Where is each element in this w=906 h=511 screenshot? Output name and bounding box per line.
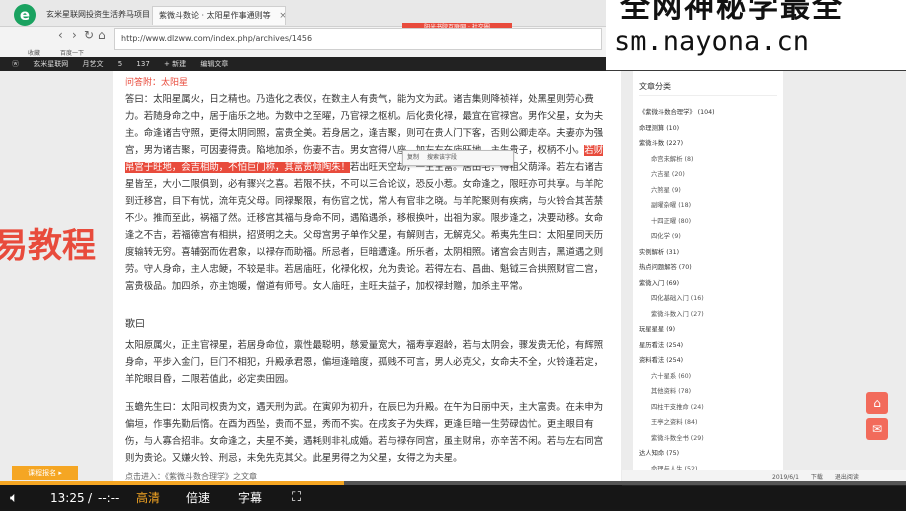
sidebar-item[interactable]: 《紫微斗数合理学》 (104) — [639, 107, 715, 116]
address-text: http://www.dlzww.com/index.php/archives/… — [121, 34, 313, 43]
sidebar-title: 文章分类 — [639, 82, 671, 91]
ad-label: 课程报名 ▸ — [28, 469, 62, 477]
sidebar-item[interactable]: 四化学 (9) — [651, 231, 681, 240]
subtitle-button[interactable]: 字幕 — [238, 485, 262, 511]
browser-logo-icon: e — [14, 4, 36, 26]
sidebar-item[interactable]: 紫微斗数全书 (29) — [651, 433, 704, 442]
article-top-cut: 问答附：太阳星 — [125, 78, 189, 88]
sidebar-item[interactable]: 其他资料 (78) — [651, 386, 691, 395]
address-bar[interactable]: http://www.dlzww.com/index.php/archives/… — [114, 28, 602, 50]
wp-item-new[interactable]: + 新建 — [164, 60, 186, 68]
sidebar-item[interactable]: 命理测算 (10) — [639, 123, 679, 132]
article-paragraph-3: 玉蟾先生曰：太阳司权贵为文，遇天刑为武。在寅卯为初升，在辰巳为升殿。在午为日丽中… — [125, 402, 604, 464]
wp-admin-bar: ⓦ 玄米星联网 月艺文 5 137 + 新建 编辑文章 — [0, 57, 606, 71]
heading-song: 歌曰 — [125, 319, 145, 330]
sidebar-item[interactable]: 资料看法 (254) — [639, 355, 683, 364]
quality-button[interactable]: 高清 — [136, 485, 160, 511]
sidebar-item[interactable]: 四化基础入门 (16) — [651, 293, 704, 302]
home-float-icon[interactable]: ⌂ — [866, 392, 888, 414]
sidebar-item[interactable]: 紫微入门 (69) — [639, 278, 679, 287]
wp-item-comments[interactable]: 137 — [136, 60, 149, 68]
p1-before: 答曰：太阳星属火，日之精也。乃造化之表仪，在数主人有贵气，能为文为武。诸吉集则降… — [125, 94, 604, 156]
speed-button[interactable]: 倍速 — [186, 485, 210, 511]
ad-button[interactable]: 课程报名 ▸ — [12, 466, 78, 480]
volume-icon[interactable]: 🔈︎ — [10, 485, 18, 511]
side-overlay: 易教程 — [0, 218, 113, 268]
video-player-bar: 🔈︎ 13:25 / --:-- 高清 倍速 字幕 ⛶ — [0, 485, 906, 511]
back-icon[interactable]: ‹ — [58, 28, 63, 42]
fullscreen-icon[interactable]: ⛶ — [292, 485, 301, 511]
sidebar-item[interactable]: 热点问题解答 (70) — [639, 262, 692, 271]
wp-item-user[interactable]: 月艺文 — [82, 60, 103, 68]
tooltip-copy[interactable]: 复制 — [407, 154, 419, 161]
sidebar-item[interactable]: 命宫未解析 (8) — [651, 154, 693, 163]
wp-logo-icon[interactable]: ⓦ — [12, 60, 19, 68]
wp-item-site[interactable]: 玄米星联网 — [33, 60, 68, 68]
time-separator: / — [88, 491, 93, 505]
article-content: 问答附：太阳星 答曰：太阳星属火，日之精也。乃造化之表仪，在数主人有贵气，能为文… — [113, 71, 621, 485]
watermark-url: sm.nayona.cn — [614, 26, 810, 57]
home-icon[interactable]: ⌂ — [98, 28, 106, 42]
close-icon[interactable]: × — [279, 11, 285, 21]
article-paragraph-1: 答曰：太阳星属火，日之精也。乃造化之表仪，在数主人有贵气，能为文为武。诸吉集则降… — [125, 91, 609, 295]
sidebar-item[interactable]: 副曜杂曜 (18) — [651, 200, 691, 209]
tab-2[interactable]: 紫微斗数论 · 太阳星作事通则等 × — [152, 6, 286, 25]
tab-2-label: 紫微斗数论 · 太阳星作事通则等 — [159, 11, 271, 20]
sidebar-item[interactable]: 达人知命 (75) — [639, 448, 679, 457]
time-total: --:-- — [98, 491, 120, 505]
watermark-overlay: 全网神秘学最全 sm.nayona.cn — [606, 0, 906, 70]
article-paragraph-2: 太阳原属火，正主官禄星，若居身命位，禀性最聪明，慈爱量宽大，福寿享遐龄，若与太阴… — [125, 340, 604, 385]
dlbar-date: 2019/6/1 — [772, 474, 799, 481]
selection-tooltip: 复制 搜索该字段 — [402, 150, 514, 166]
watermark-line1: 全网神秘学最全 — [620, 0, 844, 25]
tooltip-search[interactable]: 搜索该字段 — [427, 154, 457, 161]
sidebar-item[interactable]: 玩星星星 (9) — [639, 324, 675, 333]
bookmark-1[interactable]: 收藏 — [28, 50, 40, 57]
sidebar-item[interactable]: 紫微斗数入门 (27) — [651, 309, 704, 318]
refresh-icon[interactable]: ↻ — [84, 28, 94, 42]
dlbar-exit[interactable]: 退出阅读 — [835, 474, 859, 481]
wp-item-updates[interactable]: 5 — [118, 60, 122, 68]
sidebar-item[interactable]: 四柱干支推命 (24) — [651, 402, 704, 411]
tab-1-label: 玄米星联网投资生活养马项目 — [46, 10, 150, 19]
sidebar-item[interactable]: 六十星系 (60) — [651, 371, 691, 380]
sidebar-item[interactable]: 十四正曜 (80) — [651, 216, 691, 225]
comment-float-icon[interactable]: ✉ — [866, 418, 888, 440]
sidebar-item[interactable]: 紫微斗数 (227) — [639, 138, 683, 147]
sidebar-item[interactable]: 星历看法 (254) — [639, 340, 683, 349]
wp-item-edit[interactable]: 编辑文章 — [200, 60, 228, 68]
dlbar-download[interactable]: 下载 — [811, 474, 823, 481]
sidebar-item[interactable]: 六煞星 (9) — [651, 185, 681, 194]
tab-1[interactable]: 玄米星联网投资生活养马项目 — [40, 6, 162, 24]
forward-icon[interactable]: › — [72, 28, 77, 42]
divider — [639, 95, 777, 96]
bookmark-2[interactable]: 百度一下 — [60, 50, 84, 57]
sidebar-item[interactable]: 六吉星 (20) — [651, 169, 685, 178]
time-current: 13:25 — [50, 491, 85, 505]
sidebar-item[interactable]: 实例解析 (31) — [639, 247, 679, 256]
p1-after: 若出旺天空劫，一生主富。居田宅，得祖父荫泽。若左右诸吉星皆至，大小二限俱到，必有… — [125, 162, 604, 292]
category-sidebar: 文章分类 《紫微斗数合理学》 (104) 命理测算 (10) 紫微斗数 (227) 命… — [633, 71, 783, 485]
sidebar-item[interactable]: 王亭之资料 (84) — [651, 417, 697, 426]
side-overlay-text: 易教程 — [0, 226, 96, 266]
